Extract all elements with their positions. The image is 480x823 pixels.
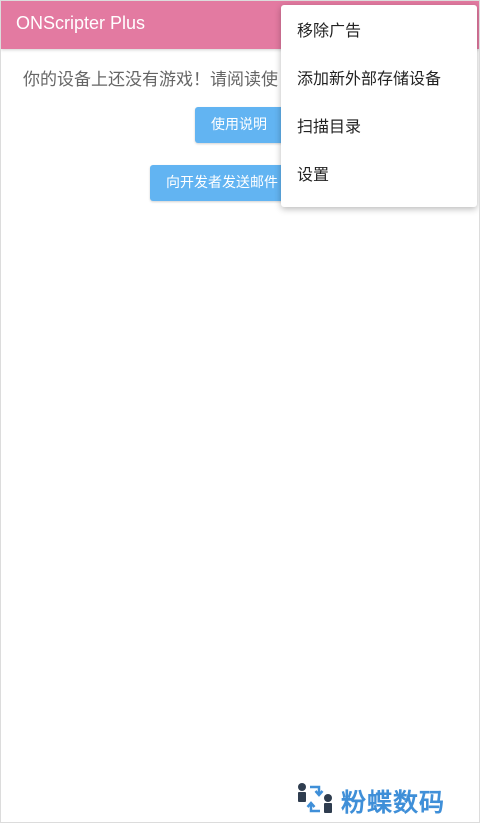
menu-item-add-external-storage[interactable]: 添加新外部存储设备 <box>281 55 477 103</box>
menu-item-remove-ads[interactable]: 移除广告 <box>281 7 477 55</box>
empty-library-message: 你的设备上还没有游戏！请阅读使 <box>23 70 278 90</box>
app-title: ONScripter Plus <box>16 13 146 33</box>
watermark: 粉蝶数码 <box>295 781 471 817</box>
menu-item-settings[interactable]: 设置 <box>281 151 477 199</box>
usage-instructions-button[interactable]: 使用说明 <box>195 107 287 143</box>
overflow-menu: 移除广告 添加新外部存储设备 扫描目录 设置 <box>281 5 477 207</box>
watermark-text: 粉蝶数码 <box>341 788 446 817</box>
email-developer-button[interactable]: 向开发者发送邮件 <box>150 165 302 201</box>
watermark-logo-icon <box>298 783 332 813</box>
app-window: ONScripter Plus 你的设备上还没有游戏！请阅读使 使用说明 向开发… <box>0 0 480 823</box>
menu-item-scan-directory[interactable]: 扫描目录 <box>281 103 477 151</box>
